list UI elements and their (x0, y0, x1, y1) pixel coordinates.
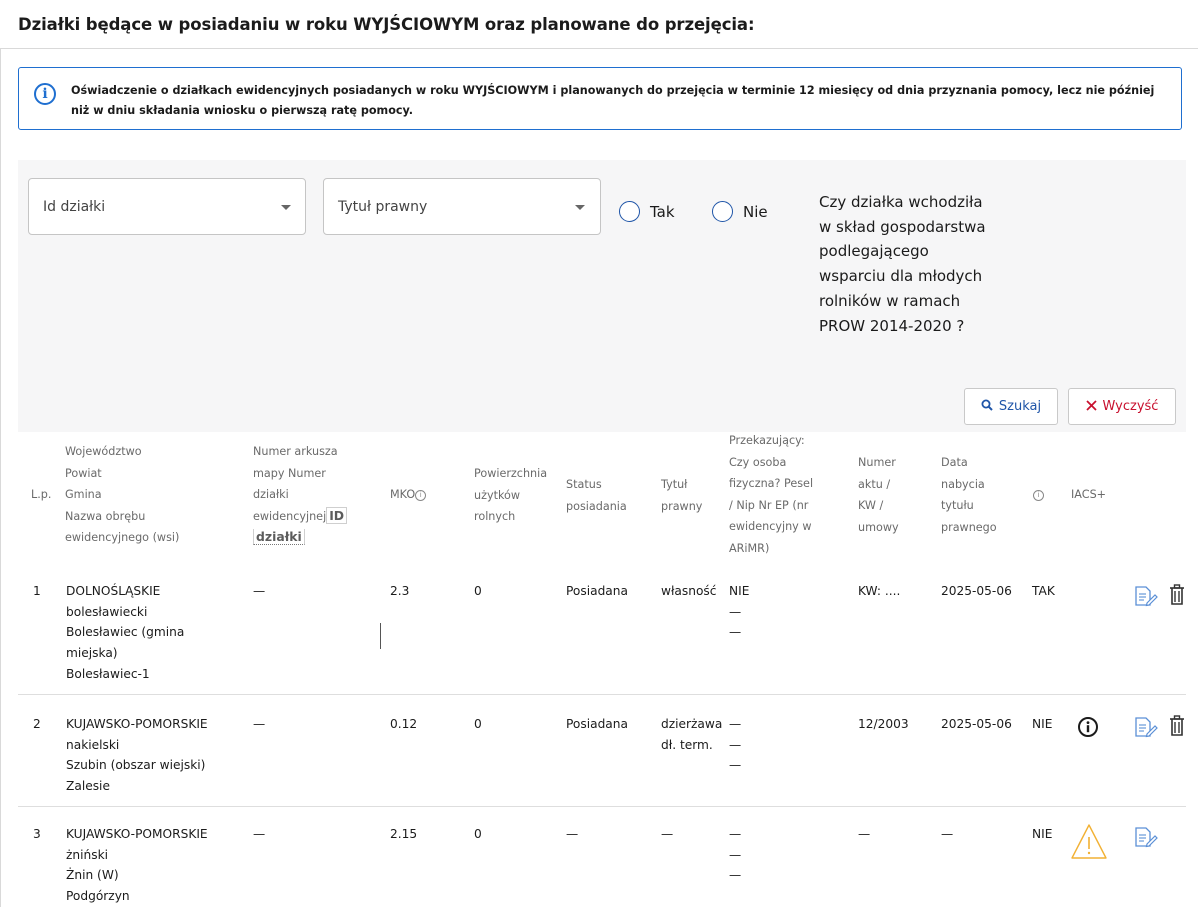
tytul-prawny-placeholder: Tytuł prawny (338, 199, 428, 215)
table-row-1-powierzchnia: 0 (474, 584, 482, 598)
col-header-tytul: Tytuł prawny (661, 478, 703, 513)
edit-icon[interactable] (1134, 585, 1158, 607)
table-row-3-powierzchnia: 0 (474, 827, 482, 841)
table-row-1-location: DOLNOŚLĄSKIE bolesławiecki Bolesławiec (… (66, 584, 185, 681)
table-row-1-lp: 1 (33, 584, 41, 598)
col-header-status: Status posiadania (566, 478, 627, 513)
table-row-2-tytul: dzierżawa dł. term. (661, 717, 723, 752)
id-dzialki-select[interactable]: Id działki (28, 178, 306, 235)
table-row-1-status: Posiadana (566, 584, 628, 598)
row-divider (18, 694, 1186, 695)
radio-circle-icon[interactable] (619, 201, 640, 222)
info-alert-text: Oświadczenie o działkach ewidencyjnych p… (71, 84, 1155, 117)
table-row-2-status: Posiadana (566, 717, 628, 731)
table-row-1-przekazujacy: NIE — — (729, 584, 750, 640)
id-dzialki-link[interactable]: ID (326, 506, 348, 524)
radio-nie-label: Nie (743, 203, 768, 221)
table-row-2-arkusz: — (253, 717, 266, 731)
trash-icon[interactable] (1169, 584, 1185, 606)
table-row-1-arkusz: — (253, 584, 266, 598)
table-row-3-flag: NIE (1032, 827, 1053, 841)
search-button[interactable]: Szukaj (964, 388, 1058, 425)
table-row-3-lp: 3 (33, 827, 41, 841)
table-row-1-data: 2025-05-06 (941, 584, 1012, 598)
info-alert: i Oświadczenie o działkach ewidencyjnych… (18, 67, 1182, 130)
table-row-2-mko: 0.12 (390, 717, 418, 731)
table-row-2-lp: 2 (33, 717, 41, 731)
col-header-mko: MKO i (390, 484, 427, 506)
col-header-iacs: IACS+ (1071, 488, 1107, 501)
chevron-down-icon (281, 205, 291, 210)
table-row-3-przekazujacy: — — — (729, 827, 742, 883)
title-divider (0, 48, 1198, 49)
clear-button[interactable]: Wyczyść (1068, 388, 1176, 425)
search-button-label: Szukaj (998, 399, 1042, 414)
table-row-3-arkusz: — (253, 827, 266, 841)
table-row-3-location: KUJAWSKO-POMORSKIE żniński Żnin (W) Podg… (66, 827, 208, 904)
left-border (0, 48, 1, 907)
table-row-1-tytul: własność (661, 584, 717, 598)
table-row-2-przekazujacy: — — — (729, 717, 742, 773)
tytul-prawny-select[interactable]: Tytuł prawny (323, 178, 601, 235)
col-header-data: Data nabycia tytułu prawnego (941, 456, 997, 534)
table-row-2-location: KUJAWSKO-POMORSKIE nakielski Szubin (obs… (66, 717, 208, 794)
row-divider (18, 806, 1186, 807)
filter-question: Czy działka wchodziła w skład gospodarst… (819, 193, 986, 335)
col-header-info: i (1033, 484, 1044, 506)
edit-icon[interactable] (1134, 716, 1158, 738)
col-header-location: Województwo Powiat Gmina Nazwa obrębu ew… (65, 445, 180, 544)
table-row-2-numer: 12/2003 (858, 717, 909, 731)
table-row-2-powierzchnia: 0 (474, 717, 482, 731)
search-icon (981, 399, 993, 411)
table-row-3-status: — (566, 827, 579, 841)
info-circle-icon[interactable] (1077, 716, 1099, 738)
col-header-numer: Numer aktu / KW / umowy (858, 456, 899, 534)
table-row-2-flag: NIE (1032, 717, 1053, 731)
trash-icon[interactable] (1169, 715, 1185, 737)
page-title: Działki będące w posiadaniu w roku WYJŚC… (18, 15, 755, 34)
col-header-arkusz: Numer arkusza mapy Numer działki ewidenc… (253, 441, 348, 549)
table-row-3-data: — (941, 827, 954, 841)
table-row-3-mko: 2.15 (390, 827, 418, 841)
col-header-przekazujacy: Przekazujący: Czy osoba fizyczna? Pesel … (729, 434, 814, 555)
info-icon[interactable]: i (415, 490, 427, 501)
info-icon: i (34, 83, 56, 105)
col-header-lp: L.p. (31, 488, 52, 501)
info-icon[interactable]: i (1033, 490, 1044, 501)
table-row-3-numer: — (858, 827, 871, 841)
radio-circle-icon[interactable] (712, 201, 733, 222)
close-icon (1085, 400, 1097, 411)
clear-button-label: Wyczyść (1102, 399, 1159, 414)
warning-triangle-icon[interactable] (1069, 822, 1109, 862)
table-row-1-numer: KW: .... (858, 584, 901, 598)
table-row-1-mko: 2.3 (390, 584, 410, 598)
radio-tak-label: Tak (650, 203, 675, 221)
table-row-3-tytul: — (661, 827, 674, 841)
table-row-2-data: 2025-05-06 (941, 717, 1012, 731)
id-dzialki-link-2[interactable]: działki (253, 529, 305, 545)
chevron-down-icon (575, 205, 585, 210)
col-header-powierzchnia: Powierzchnia użytków rolnych (474, 467, 548, 523)
text-cursor (380, 623, 381, 649)
table-row-1-flag: TAK (1032, 584, 1055, 598)
edit-icon[interactable] (1134, 826, 1158, 848)
id-dzialki-placeholder: Id działki (43, 199, 106, 215)
